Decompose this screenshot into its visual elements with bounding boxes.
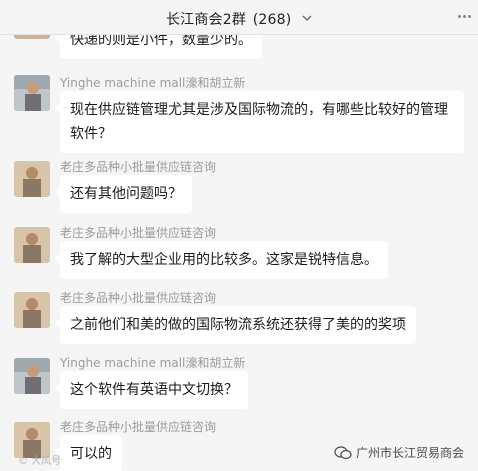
message-text: 现在供应链管理尤其是涉及国际物流的，有哪些比较好的管理软件？ xyxy=(70,102,448,142)
watermark: 广州市长江贸易商会 xyxy=(334,444,464,461)
avatar[interactable] xyxy=(14,292,50,328)
more-icon[interactable] xyxy=(458,9,472,23)
avatar[interactable] xyxy=(14,358,50,394)
message-text: 我了解的大型企业用的比较多。这家是锐特信息。 xyxy=(70,252,378,268)
message-bubble[interactable]: 现在供应链管理尤其是涉及国际物流的，有哪些比较好的管理软件？ xyxy=(55,91,464,153)
message-text: 还有其他问题吗？ xyxy=(70,186,182,202)
member-count: (268) xyxy=(252,12,292,28)
sender-name: 老庄多品种小批量供应链咨询 xyxy=(60,291,217,305)
chat-title[interactable]: 长江商会2群 (268) xyxy=(0,9,478,29)
message-bubble[interactable]: 还有其他问题吗？ xyxy=(55,175,192,213)
avatar[interactable] xyxy=(14,161,50,197)
source-watermark: © 大风号 xyxy=(18,456,62,467)
message-bubble[interactable]: 这个软件有英语中文切换？ xyxy=(55,371,248,409)
avatar[interactable] xyxy=(14,75,50,111)
message-text: 之前他们和美的做的国际物流系统还获得了美的的奖项 xyxy=(70,317,406,333)
message-bubble[interactable]: 我了解的大型企业用的比较多。这家是锐特信息。 xyxy=(55,241,388,279)
sender-name: 老庄多品种小批量供应链咨询 xyxy=(60,226,217,240)
message-text: 可以的 xyxy=(70,446,112,462)
sender-name: 老庄多品种小批量供应链咨询 xyxy=(60,420,217,434)
group-name: 长江商会2群 xyxy=(165,12,247,28)
sender-name: 老庄多品种小批量供应链咨询 xyxy=(60,160,217,174)
message-text: 这个软件有英语中文切换？ xyxy=(70,382,238,398)
wechat-official-account-icon xyxy=(334,445,352,459)
watermark-text: 广州市长江贸易商会 xyxy=(355,446,464,460)
message-bubble[interactable]: 之前他们和美的做的国际物流系统还获得了美的的奖项 xyxy=(55,306,416,344)
sender-name: Yinghe machine mall濠和胡立新 xyxy=(60,76,246,90)
message-bubble[interactable]: 快递的则是小件，数量少的。 xyxy=(55,35,262,59)
avatar[interactable] xyxy=(14,227,50,263)
chevron-down-icon[interactable] xyxy=(302,15,312,22)
sender-name: Yinghe machine mall濠和胡立新 xyxy=(60,356,246,370)
chat-header: 长江商会2群 (268) xyxy=(0,0,478,35)
message-bubble[interactable]: 可以的 xyxy=(55,435,122,471)
avatar[interactable] xyxy=(14,35,50,39)
message-list[interactable]: 快递的则是小件，数量少的。 Yinghe machine mall濠和胡立新 现… xyxy=(0,35,478,471)
message-text: 快递的则是小件，数量少的。 xyxy=(70,35,252,48)
